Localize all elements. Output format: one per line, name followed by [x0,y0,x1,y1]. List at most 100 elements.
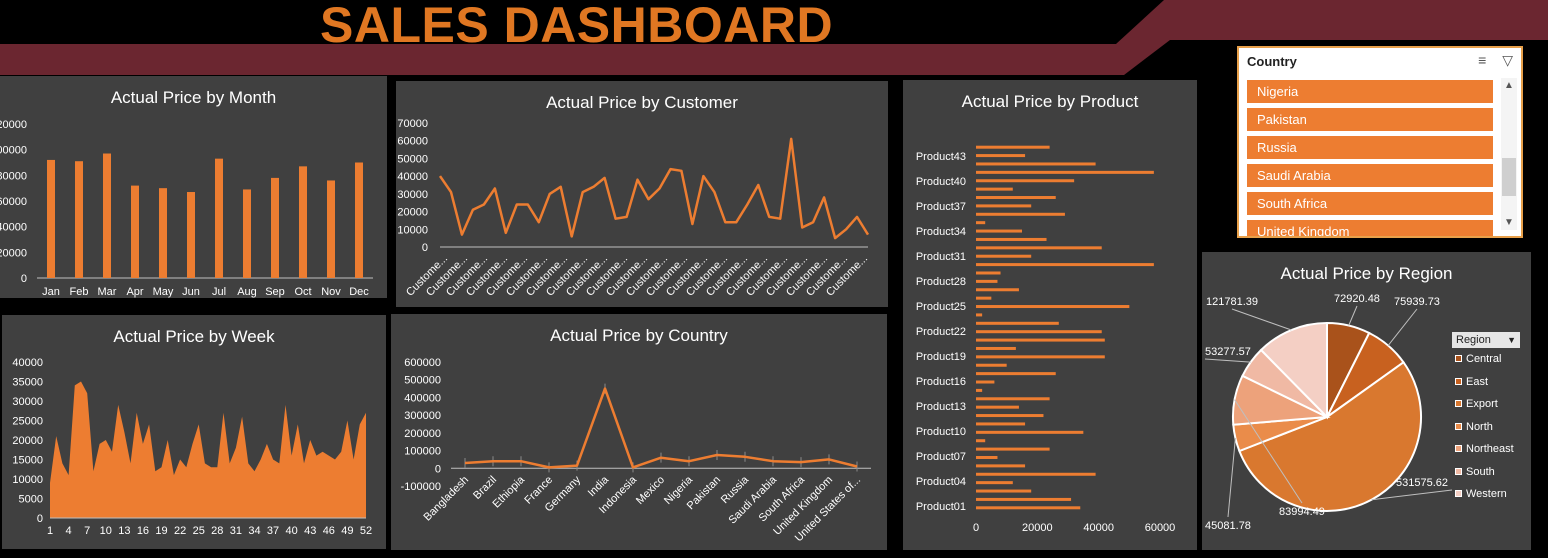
week-chart-panel[interactable]: Actual Price by Week 40000 35000 30000 2500… [2,315,386,549]
x-tick-label: 4 [66,525,72,537]
x-tick-label: 40000 [1083,522,1114,534]
scroll-up-icon[interactable]: ▲ [1501,80,1517,91]
y-tick-label: Product22 [916,326,966,338]
slicer-item-russia[interactable]: Russia [1247,136,1493,159]
series-line [438,137,870,240]
legend-label: Export [1466,398,1498,410]
y-tick-label: Product01 [916,501,966,513]
leader-line [1204,358,1251,363]
x-tick-label: 31 [230,525,242,537]
slicer-item-united-kingdom[interactable]: United Kingdom [1247,220,1493,236]
bar [976,338,1105,342]
y-tick-label: Product16 [916,376,966,388]
country-slicer[interactable]: Country ≡ ▽ Nigeria Pakistan Russia Saudi A… [1237,46,1523,238]
x-tick-label: 40 [286,525,298,537]
customer-chart-panel[interactable]: Actual Price by Customer 70000 60000 50000… [396,81,888,307]
y-tick-label: 200000 [404,428,441,440]
bar [976,464,1026,468]
month-chart-panel[interactable]: Actual Price by Month 120000100000800006… [0,76,387,298]
y-tick-label: 0 [37,513,43,525]
y-tick-label: 50000 [397,153,428,165]
y-tick-label: 80000 [0,170,27,182]
bar [976,212,1065,216]
bar [976,204,1032,208]
x-tick-label: Mexico [634,474,667,507]
bar [215,158,223,278]
y-tick-label: 15000 [12,455,43,467]
x-tick-label: Jun [182,286,200,298]
bar [299,166,307,278]
country-chart-panel[interactable]: Actual Price by Country 600000 500000 4000… [391,314,887,550]
slicer-scrollbar[interactable]: ▲ ▼ [1501,78,1517,230]
x-tick-label: 1 [47,525,53,537]
x-tick-label: 0 [973,522,979,534]
bar [159,188,167,278]
legend-label: East [1466,375,1489,388]
bar [976,221,986,225]
x-tick-label: Nov [321,286,341,298]
y-tick-label: 5000 [19,494,43,506]
y-tick-label: 40000 [397,171,428,183]
x-tick-label: 7 [84,525,90,537]
legend-item: Western [1452,483,1520,506]
data-label: 75939.73 [1394,296,1440,308]
bar [976,447,1050,451]
scrollbar-thumb[interactable] [1502,158,1516,196]
bar [976,455,998,459]
bar [976,254,1032,258]
bar [976,296,992,300]
scroll-down-icon[interactable]: ▼ [1501,217,1517,228]
y-tick-label: 60000 [397,136,428,148]
bar [976,313,983,317]
y-tick-label: 60000 [0,196,27,208]
legend-label: North [1466,420,1493,433]
bar [976,422,1026,426]
bar [976,170,1154,174]
y-tick-label: 30000 [397,189,428,201]
bar [976,263,1154,267]
y-tick-label: 20000 [0,247,27,259]
x-tick-label: Feb [70,286,89,298]
bar [47,159,55,278]
slicer-item-south-africa[interactable]: South Africa [1247,192,1493,215]
x-tick-label: 13 [118,525,130,537]
bar [976,154,1026,158]
y-tick-label: 30000 [12,396,43,408]
product-chart-panel[interactable]: Actual Price by Product Product43 Product… [903,80,1197,550]
x-tick-label: 20000 [1022,522,1053,534]
legend-item: East [1452,371,1520,394]
bar [103,153,111,278]
bar [976,271,1001,275]
bar [976,229,1022,233]
x-tick-label: 28 [211,525,223,537]
legend-label: Western [1466,488,1507,500]
slicer-item-pakistan[interactable]: Pakistan [1247,108,1493,131]
leader-line [1348,305,1358,326]
leader-line [1387,308,1418,346]
y-tick-label: -100000 [401,481,441,493]
x-tick-label: 52 [360,525,372,537]
multi-select-icon[interactable]: ≡ [1478,52,1486,68]
bar [976,179,1075,183]
slicer-item-nigeria[interactable]: Nigeria [1247,80,1493,103]
region-legend-filter[interactable]: Region ▼ [1452,332,1520,348]
y-tick-label: Product37 [916,201,966,213]
clear-filter-icon[interactable]: ▽ [1502,52,1513,68]
x-tick-label: 22 [174,525,186,537]
legend-item: Export [1452,393,1520,416]
x-tick-label: Dec [349,286,369,298]
y-tick-label: 600000 [404,357,441,369]
y-tick-label: Product31 [916,251,966,263]
y-tick-label: Product34 [916,226,966,238]
legend-item: Central [1452,348,1520,371]
bar [976,279,998,283]
legend-swatch [1455,422,1462,430]
y-tick-label: 100000 [0,145,27,157]
bar [976,305,1130,309]
legend-swatch [1455,445,1462,452]
slicer-item-saudi-arabia[interactable]: Saudi Arabia [1247,164,1493,187]
bar [976,472,1096,476]
series-area [50,381,366,518]
y-tick-label: Product28 [916,276,966,288]
legend-item: North [1452,416,1520,439]
